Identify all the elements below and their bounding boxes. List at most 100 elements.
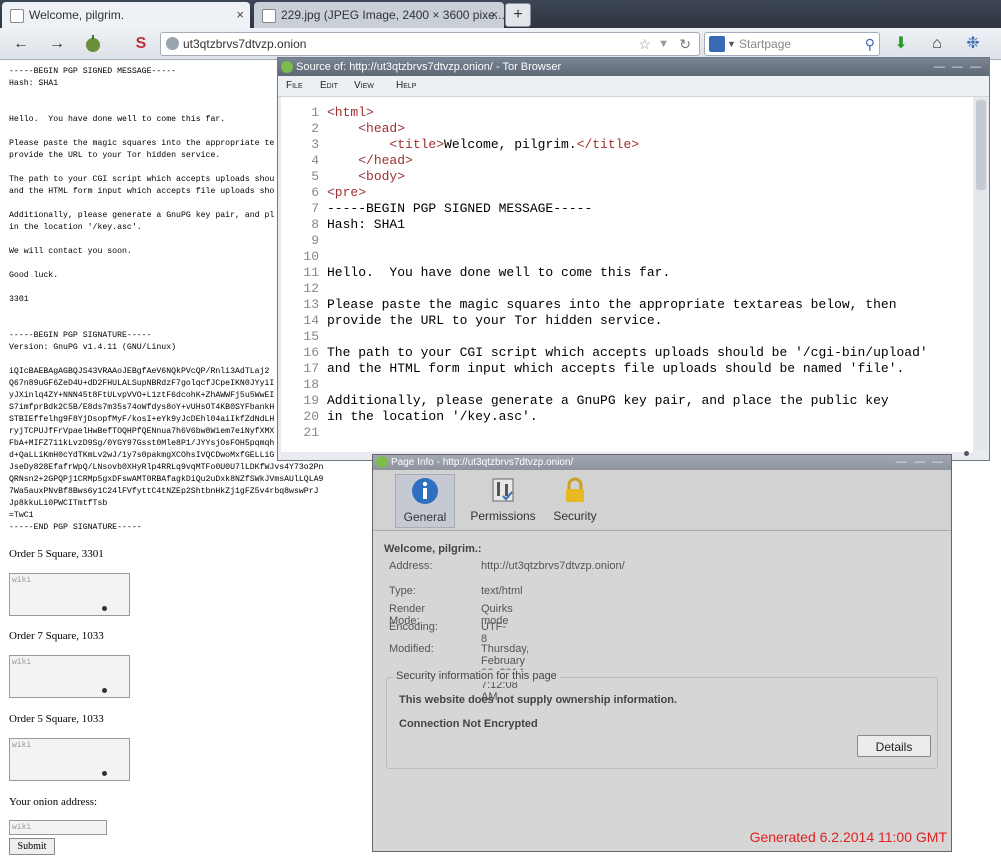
addon-menu-icon[interactable]: ❉ <box>960 33 986 55</box>
resize-grip[interactable] <box>964 451 969 456</box>
connection-info: Connection Not Encrypted <box>399 718 538 730</box>
menu-edit[interactable]: Edit <box>320 76 338 96</box>
line-number: 10 <box>303 249 319 264</box>
resize-grip[interactable] <box>102 688 107 693</box>
page-info-titlebar[interactable]: Page Info - http://ut3qtzbrvs7dtvzp.onio… <box>373 455 951 470</box>
menu-file[interactable]: File <box>286 76 303 96</box>
line-text: and the HTML form input which accepts fi… <box>327 361 905 376</box>
source-line: 9 <box>281 233 327 249</box>
search-bar[interactable]: ▼ Startpage ⚲ <box>704 32 880 56</box>
line-number: 9 <box>311 233 319 248</box>
order-label: Order 5 Square, 3301 <box>9 548 104 560</box>
line-text: -----BEGIN PGP SIGNED MESSAGE----- <box>327 201 593 216</box>
source-line: 2 <head> <box>281 121 405 137</box>
engine-dropdown-icon[interactable]: ▼ <box>727 33 736 55</box>
line-text: Additionally, please generate a GnuPG ke… <box>327 393 889 408</box>
menu-help[interactable]: Help <box>396 76 416 96</box>
tor-onion-icon[interactable] <box>80 33 106 55</box>
close-tab-icon[interactable]: × <box>236 2 244 28</box>
tab-title: 229.jpg (JPEG Image, 2400 × 3600 pixe... <box>281 8 504 22</box>
textarea-placeholder: wiki <box>12 741 32 750</box>
close-tab-icon[interactable]: × <box>490 2 498 28</box>
source-line: 12 <box>281 281 327 297</box>
source-line: 8 Hash: SHA1 <box>281 217 405 233</box>
ownership-info: This website does not supply ownership i… <box>399 694 678 706</box>
line-text: <head> <box>358 121 406 136</box>
url-bar[interactable]: ut3qtzbrvs7dtvzp.onion ☆ ▼ ↻ <box>160 32 700 56</box>
submit-button[interactable]: Submit <box>9 838 55 855</box>
source-line: 17 and the HTML form input which accepts … <box>281 361 904 377</box>
page-icon <box>262 9 276 23</box>
tab-label: General <box>403 510 447 524</box>
source-line: 13 Please paste the magic squares into th… <box>281 297 896 313</box>
page-info-window: Page Info - http://ut3qtzbrvs7dtvzp.onio… <box>372 454 952 852</box>
tab-security[interactable]: Security <box>549 474 601 528</box>
window-controls[interactable]: — — — <box>934 58 983 76</box>
back-icon[interactable]: ← <box>8 33 34 55</box>
square-textarea[interactable]: wiki <box>9 738 130 781</box>
noscript-icon[interactable]: S <box>128 33 154 55</box>
line-number: 18 <box>303 377 319 392</box>
security-legend: Security information for this page <box>393 670 560 682</box>
scrollbar-thumb[interactable] <box>976 100 986 190</box>
onion-address-input[interactable]: wiki <box>9 820 107 835</box>
line-number: 11 <box>303 265 319 280</box>
page-info-general: Welcome, pilgrim.: Address: http://ut3qtz… <box>373 531 951 851</box>
source-menubar: File Edit View Help <box>278 76 989 97</box>
source-line: 16 The path to your CGI script which acce… <box>281 345 927 361</box>
line-number: 14 <box>303 313 319 328</box>
tab-229-jpg[interactable]: 229.jpg (JPEG Image, 2400 × 3600 pixe...… <box>254 2 504 28</box>
square-textarea[interactable]: wiki <box>9 655 130 698</box>
square-textarea[interactable]: wiki <box>9 573 130 616</box>
url-dropdown-icon[interactable]: ▼ <box>658 33 669 55</box>
info-value[interactable]: http://ut3qtzbrvs7dtvzp.onion/ <box>481 560 625 572</box>
menu-view[interactable]: View <box>354 76 374 96</box>
source-code-view[interactable]: 1 <html> 2 <head> 3 <title>Welcome, pilgrim… <box>281 97 973 452</box>
line-text: </head> <box>358 153 413 168</box>
tab-general[interactable]: General <box>395 474 455 528</box>
site-identity-icon[interactable] <box>166 37 179 50</box>
tab-welcome-pilgrim[interactable]: Welcome, pilgrim. × <box>2 2 250 28</box>
security-info-box: Security information for this page This … <box>386 670 938 769</box>
source-line: 18 <box>281 377 327 393</box>
line-number: 5 <box>311 169 319 184</box>
home-icon[interactable]: ⌂ <box>924 33 950 55</box>
info-label: Address: <box>389 560 433 572</box>
source-window-title: Source of: http://ut3qtzbrvs7dtvzp.onion… <box>296 61 562 73</box>
line-text: in the location '/key.asc'. <box>327 409 538 424</box>
info-label: Modified: <box>389 643 434 655</box>
resize-grip[interactable] <box>102 771 107 776</box>
source-line: 11 Hello. You have done well to come this… <box>281 265 670 281</box>
navigation-toolbar: ← → S ut3qtzbrvs7dtvzp.onion ☆ ▼ ↻ ▼ Sta… <box>0 28 1001 60</box>
line-number: 19 <box>303 393 319 408</box>
line-text: <html> <box>327 105 374 120</box>
info-value[interactable]: text/html <box>481 585 523 597</box>
details-button[interactable]: Details <box>857 735 931 757</box>
window-controls[interactable]: — — — <box>896 455 945 470</box>
info-label: Encoding: <box>389 621 438 633</box>
source-line: 5 <body> <box>281 169 405 185</box>
resize-grip[interactable] <box>102 606 107 611</box>
order-label: Order 5 Square, 1033 <box>9 713 104 725</box>
source-scrollbar[interactable] <box>975 98 987 450</box>
tab-permissions[interactable]: Permissions <box>465 474 541 528</box>
forward-icon[interactable]: → <box>44 33 70 55</box>
source-line: 20 in the location '/key.asc'. <box>281 409 538 425</box>
tab-label: Security <box>553 509 597 523</box>
padlock-icon <box>566 477 584 502</box>
line-text: Hello. You have done well to come this f… <box>327 265 671 280</box>
line-number: 16 <box>303 345 319 360</box>
info-value[interactable]: UTF-8 <box>481 621 506 645</box>
source-line: 14 provide the URL to your Tor hidden ser… <box>281 313 662 329</box>
source-window-titlebar[interactable]: Source of: http://ut3qtzbrvs7dtvzp.onion… <box>278 58 989 76</box>
line-number: 15 <box>303 329 319 344</box>
page-info-tabs: General Permissions Security <box>373 470 951 531</box>
bookmark-star-icon[interactable]: ☆ <box>638 33 651 55</box>
search-icon[interactable]: ⚲ <box>865 33 875 55</box>
download-icon[interactable]: ⬇ <box>888 33 914 55</box>
line-number: 8 <box>311 217 319 232</box>
new-tab-button[interactable]: + <box>505 3 531 27</box>
reload-icon[interactable]: ↻ <box>679 33 691 55</box>
search-engine-icon[interactable] <box>709 36 725 52</box>
line-number: 7 <box>311 201 319 216</box>
